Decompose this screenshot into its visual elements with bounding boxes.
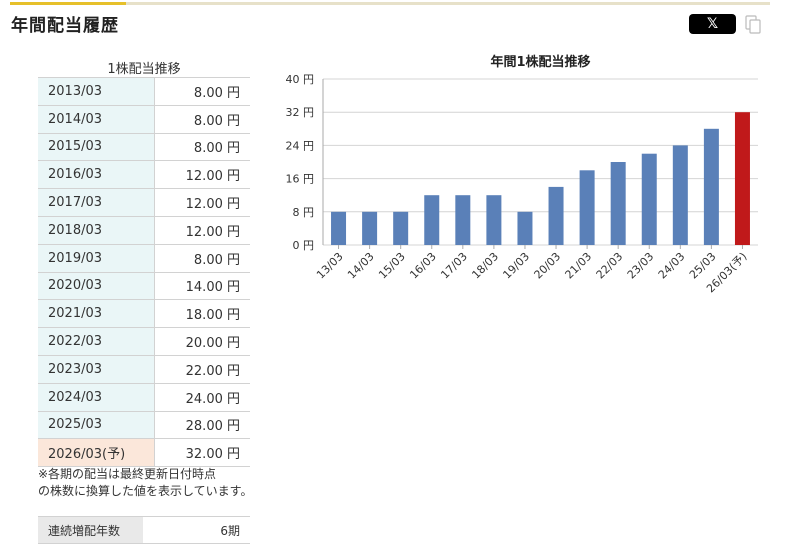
bar — [517, 211, 533, 245]
bar — [703, 128, 719, 245]
bar — [734, 112, 750, 245]
value-cell: 12.00 円 — [154, 160, 250, 190]
table-row: 2025/03 28.00 円 — [38, 410, 250, 440]
streak-value: 6期 — [143, 516, 250, 544]
y-tick-label: 8 円 — [293, 206, 315, 219]
bar — [486, 195, 502, 245]
value-cell: 22.00 円 — [154, 354, 250, 384]
table-row: 2023/03 22.00 円 — [38, 354, 250, 384]
year-cell: 2024/03 — [38, 382, 155, 412]
year-cell: 2022/03 — [38, 327, 155, 356]
value-cell: 18.00 円 — [154, 299, 250, 329]
table-row: 2024/03 24.00 円 — [38, 382, 250, 412]
bar — [579, 170, 595, 245]
streak-label: 連続増配年数 — [38, 516, 143, 544]
bar — [393, 211, 409, 245]
table-row: 2018/03 12.00 円 — [38, 215, 250, 245]
bar — [641, 153, 657, 245]
page-title: 年間配当履歴 — [11, 16, 119, 36]
streak-table: 連続増配年数 6期 — [38, 516, 250, 544]
value-cell: 20.00 円 — [154, 327, 250, 356]
streak-row: 連続増配年数 6期 — [38, 516, 250, 544]
x-tick-label: 18/03 — [469, 250, 501, 282]
value-cell: 14.00 円 — [154, 271, 250, 301]
value-cell: 8.00 円 — [154, 104, 250, 134]
note-line-2: の株数に換算した値を表示しています。 — [38, 484, 253, 498]
header-accent — [10, 2, 126, 5]
year-cell: 2020/03 — [38, 271, 155, 301]
chart-title: 年間1株配当推移 — [490, 54, 590, 70]
year-cell: 2018/03 — [38, 215, 155, 245]
value-cell: 32.00 円 — [154, 438, 250, 468]
x-tick-label: 14/03 — [345, 250, 377, 282]
x-tick-label: 19/03 — [500, 250, 532, 282]
x-tick-label: 22/03 — [594, 250, 626, 282]
bar — [331, 211, 347, 245]
bar — [362, 211, 378, 245]
x-tick-label: 16/03 — [407, 250, 439, 282]
copy-icon[interactable] — [745, 15, 761, 35]
table-row: 2015/03 8.00 円 — [38, 132, 250, 162]
value-cell: 8.00 円 — [154, 243, 250, 273]
table-row: 2017/03 12.00 円 — [38, 188, 250, 217]
value-cell: 8.00 円 — [154, 77, 250, 106]
bar — [548, 186, 564, 245]
year-cell: 2025/03 — [38, 410, 155, 440]
year-cell: 2021/03 — [38, 299, 155, 329]
bar — [672, 145, 688, 245]
x-tick-label: 20/03 — [532, 250, 564, 282]
note-line-1: ※各期の配当は最終更新日付時点 — [38, 467, 217, 481]
y-tick-label: 16 円 — [286, 173, 315, 186]
y-tick-label: 0 円 — [293, 239, 315, 252]
table-row: 2022/03 20.00 円 — [38, 327, 250, 356]
year-cell: 2016/03 — [38, 160, 155, 190]
year-cell: 2026/03(予) — [38, 438, 155, 468]
x-tick-label: 21/03 — [563, 250, 595, 282]
y-tick-label: 24 円 — [286, 139, 315, 152]
bar — [455, 195, 471, 245]
year-cell: 2014/03 — [38, 104, 155, 134]
y-tick-label: 32 円 — [286, 106, 315, 119]
value-cell: 8.00 円 — [154, 132, 250, 162]
table-row: 2014/03 8.00 円 — [38, 104, 250, 134]
table-row: 2016/03 12.00 円 — [38, 160, 250, 190]
table-row: 2021/03 18.00 円 — [38, 299, 250, 329]
table-row: 2026/03(予) 32.00 円 — [38, 438, 250, 468]
value-cell: 28.00 円 — [154, 410, 250, 440]
dividend-table-title: 1株配当推移 — [107, 62, 181, 77]
table-note: ※各期の配当は最終更新日付時点 の株数に換算した値を表示しています。 — [38, 466, 252, 500]
x-tick-label: 24/03 — [656, 250, 688, 282]
y-tick-label: 40 円 — [286, 73, 315, 86]
x-tick-label: 23/03 — [625, 250, 657, 282]
year-cell: 2019/03 — [38, 243, 155, 273]
dividend-chart: 年間1株配当推移 0 円 8 円 16 円 24 円 32 円 40 円 13/03 14/03… — [286, 54, 758, 295]
x-tick-label: 13/03 — [314, 250, 346, 282]
bar — [424, 195, 440, 245]
dividend-table: 2013/03 8.00 円 2014/03 8.00 円 2015/03 8.00 円2… — [38, 77, 250, 468]
year-cell: 2013/03 — [38, 77, 155, 106]
header-underline — [10, 2, 770, 5]
x-tick-label: 17/03 — [438, 250, 470, 282]
value-cell: 24.00 円 — [154, 382, 250, 412]
table-row: 2019/03 8.00 円 — [38, 243, 250, 273]
year-cell: 2023/03 — [38, 354, 155, 384]
year-cell: 2017/03 — [38, 188, 155, 217]
value-cell: 12.00 円 — [154, 188, 250, 217]
year-cell: 2015/03 — [38, 132, 155, 162]
bar — [610, 162, 626, 245]
table-row: 2013/03 8.00 円 — [38, 77, 250, 106]
share-x-button[interactable]: 𝕏 — [689, 14, 736, 34]
x-tick-label: 15/03 — [376, 250, 408, 282]
table-row: 2020/03 14.00 円 — [38, 271, 250, 301]
value-cell: 12.00 円 — [154, 215, 250, 245]
